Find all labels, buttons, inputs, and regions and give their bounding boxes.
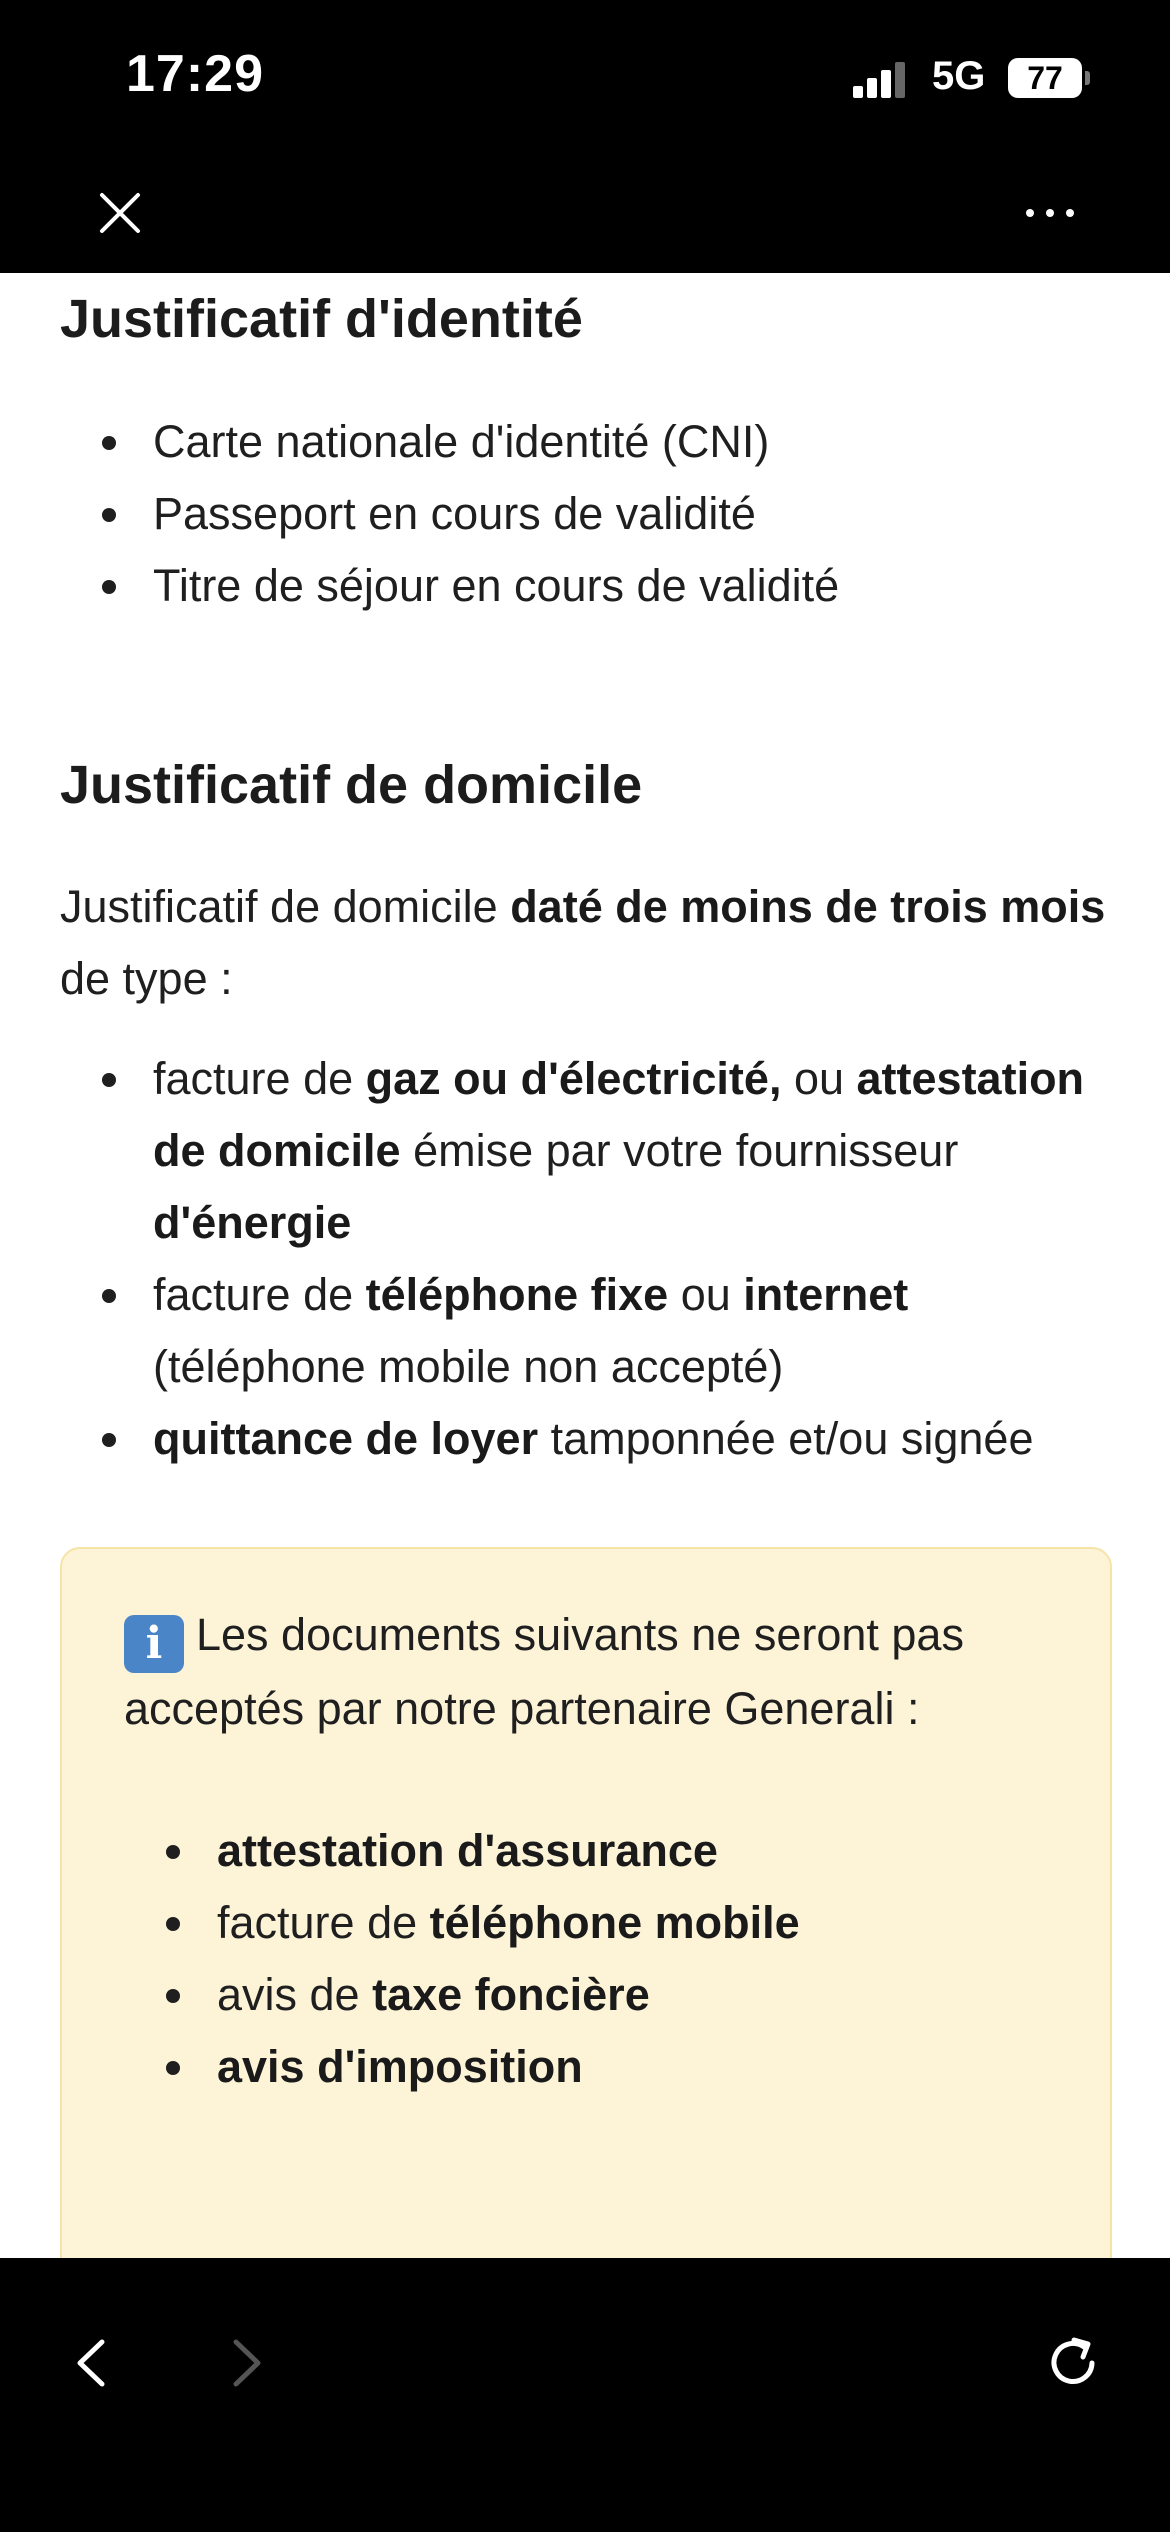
- list-item: Carte nationale d'identité (CNI): [60, 406, 1120, 478]
- notice-text: i Les documents suivants ne seront pas ac…: [124, 1609, 964, 1734]
- back-button[interactable]: [58, 2328, 128, 2398]
- list-item: attestation d'assurance: [124, 1815, 1084, 1887]
- list-item: avis de taxe foncière: [124, 1959, 1084, 2031]
- signal-icon: [853, 60, 913, 98]
- reload-button[interactable]: [1038, 2328, 1108, 2398]
- more-options-button[interactable]: [1020, 183, 1080, 243]
- network-type: 5G: [932, 54, 986, 98]
- page-content: Justificatif d'identité Carte nationale …: [0, 273, 1170, 2258]
- browser-top-bar: [0, 155, 1170, 273]
- notice-list: attestation d'assurance facture de télép…: [124, 1815, 1084, 2103]
- domicile-heading: Justificatif de domicile: [60, 755, 643, 815]
- more-icon: [1026, 209, 1074, 217]
- forward-button[interactable]: [210, 2328, 280, 2398]
- notice-box: i Les documents suivants ne seront pas ac…: [60, 1547, 1112, 2258]
- close-icon: [100, 193, 140, 233]
- list-item: avis d'imposition: [124, 2031, 1084, 2103]
- chevron-left-icon: [77, 2339, 105, 2387]
- close-button[interactable]: [90, 183, 150, 243]
- list-item: facture de téléphone fixe ou internet (t…: [60, 1259, 1120, 1403]
- list-item: quittance de loyer tamponnée et/ou signé…: [60, 1403, 1120, 1475]
- info-icon: i: [124, 1615, 184, 1673]
- browser-bottom-bar: [0, 2258, 1170, 2532]
- list-item: facture de gaz ou d'électricité, ou atte…: [60, 1043, 1120, 1259]
- identity-list: Carte nationale d'identité (CNI) Passepo…: [60, 406, 1120, 622]
- status-bar: 17:29 5G 77: [0, 0, 1170, 155]
- list-item: Titre de séjour en cours de validité: [60, 550, 1120, 622]
- domicile-intro: Justificatif de domicile daté de moins d…: [60, 881, 1106, 1004]
- chevron-right-icon: [233, 2339, 261, 2387]
- list-item: Passeport en cours de validité: [60, 478, 1120, 550]
- identity-heading: Justificatif d'identité: [60, 289, 583, 349]
- list-item: facture de téléphone mobile: [124, 1887, 1084, 1959]
- battery-icon: 77: [1008, 58, 1090, 98]
- reload-icon: [1051, 2337, 1095, 2384]
- status-time: 17:29: [126, 45, 264, 103]
- domicile-list: facture de gaz ou d'électricité, ou atte…: [60, 1043, 1120, 1475]
